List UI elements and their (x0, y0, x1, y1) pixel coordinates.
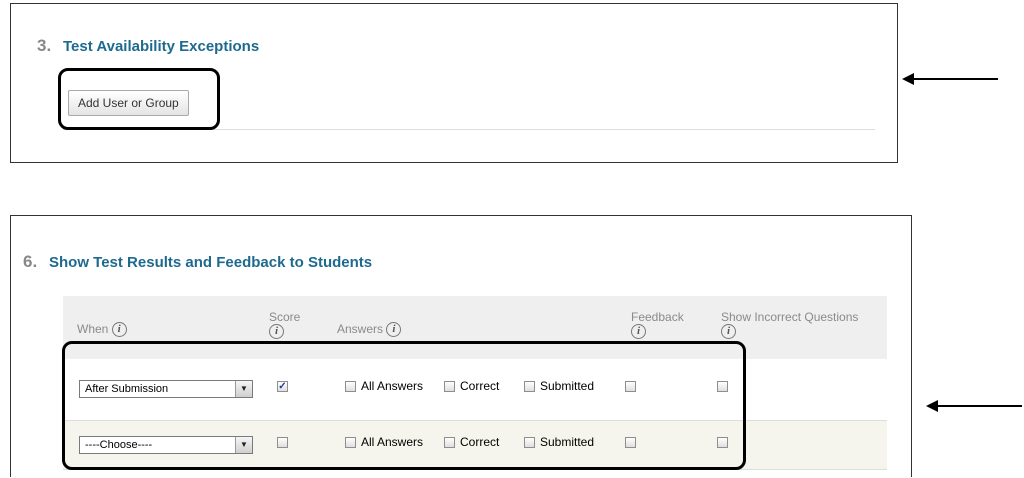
callout-highlight-add-button (58, 68, 220, 130)
column-header-answers: Answers i (337, 322, 402, 338)
callout-highlight-table-rows (62, 341, 746, 470)
arrow-left-icon (926, 400, 1022, 412)
section-title: Show Test Results and Feedback to Studen… (49, 254, 373, 271)
section-title: Test Availability Exceptions (63, 38, 260, 55)
column-header-show-incorrect: Show Incorrect Questions i (721, 310, 859, 340)
info-icon[interactable]: i (386, 322, 402, 338)
step-number: 3. (37, 36, 52, 55)
step-number: 6. (23, 252, 38, 271)
arrow-left-icon (902, 73, 998, 85)
info-icon[interactable]: i (269, 324, 284, 340)
column-header-score: Score i (269, 310, 301, 340)
info-icon[interactable]: i (721, 324, 736, 340)
column-header-when: When i (77, 322, 127, 338)
info-icon[interactable]: i (111, 322, 127, 338)
column-header-feedback: Feedback i (631, 310, 684, 340)
info-icon[interactable]: i (631, 324, 646, 340)
